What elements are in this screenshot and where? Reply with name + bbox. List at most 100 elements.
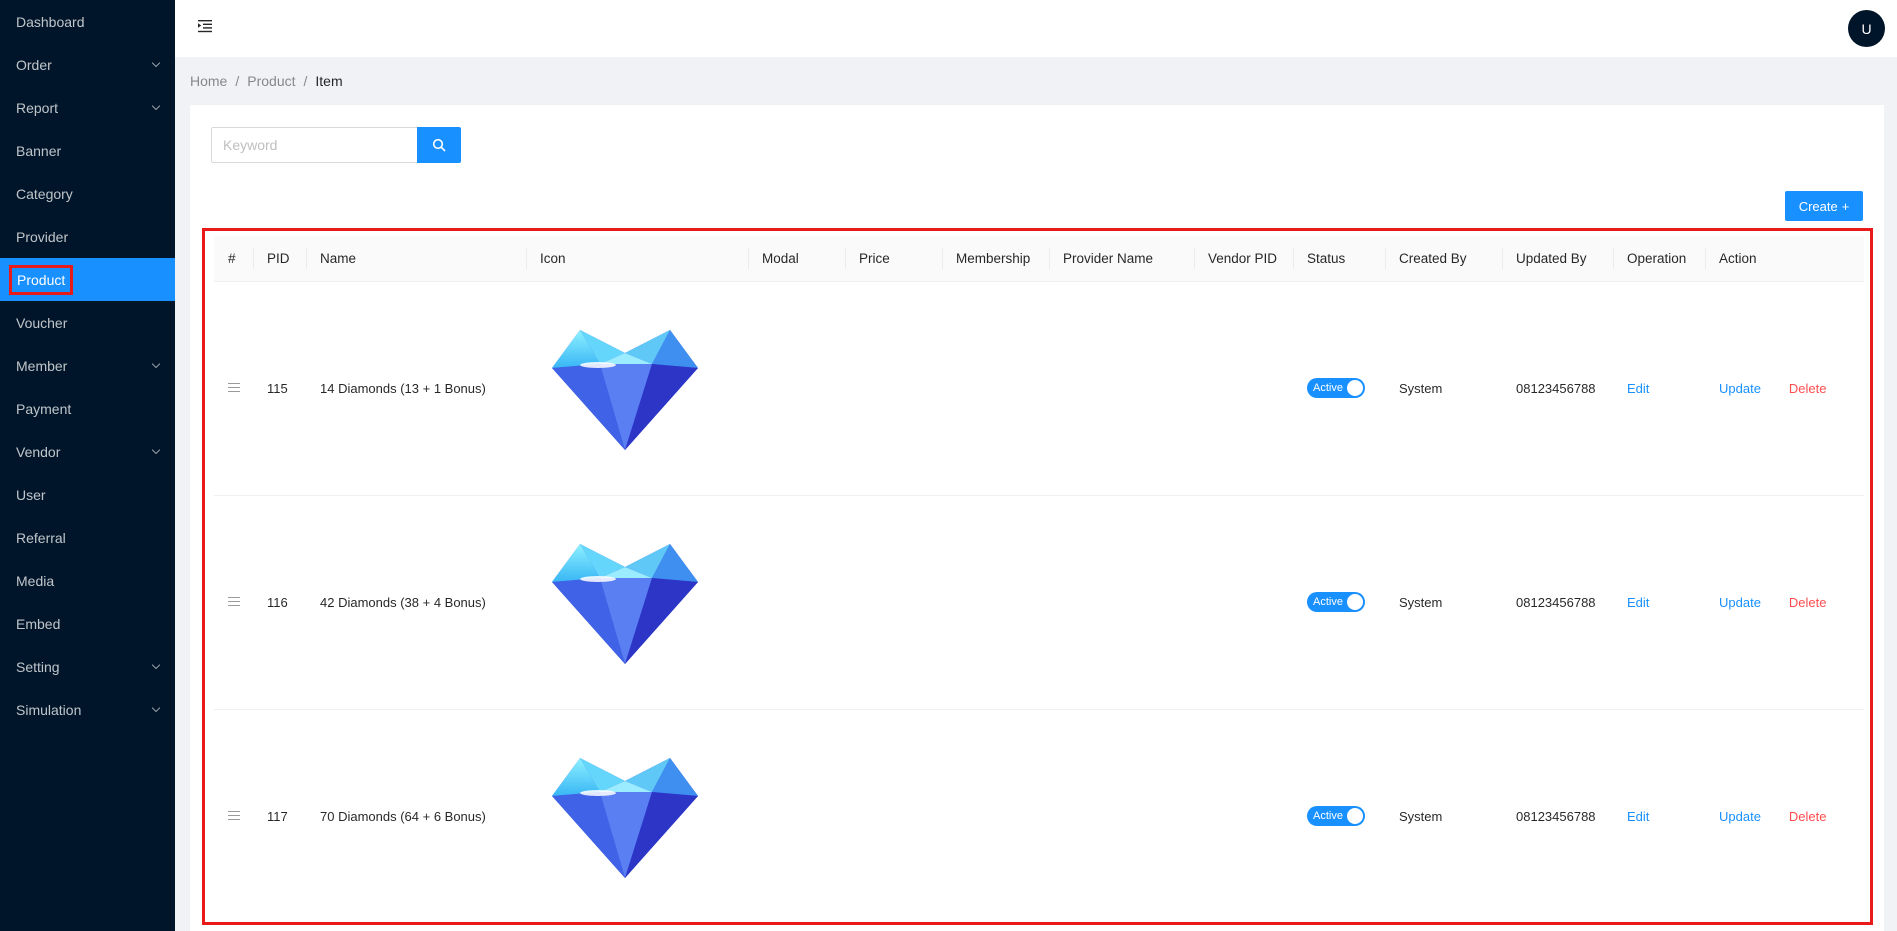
diamond-image	[552, 330, 698, 450]
sidebar-item-report[interactable]: Report	[0, 86, 175, 129]
sidebar-item-payment[interactable]: Payment	[0, 387, 175, 430]
sidebar-item-label: User	[16, 486, 46, 503]
sidebar-item-order[interactable]: Order	[0, 43, 175, 86]
search-icon	[432, 138, 446, 152]
created-by-cell: System	[1385, 495, 1502, 710]
sidebar-item-referral[interactable]: Referral	[0, 516, 175, 559]
column-header: Operation	[1613, 236, 1705, 282]
vendor-pid-cell	[1194, 709, 1293, 923]
sidebar-item-media[interactable]: Media	[0, 559, 175, 602]
sidebar-item-label: Setting	[16, 658, 60, 675]
breadcrumb: Home / Product / Item	[190, 73, 343, 89]
sidebar-item-embed[interactable]: Embed	[0, 602, 175, 645]
search-bar	[211, 127, 461, 163]
updated-by-cell: 08123456788	[1516, 808, 1596, 824]
modal-cell	[748, 709, 845, 923]
sidebar-item-category[interactable]: Category	[0, 172, 175, 215]
column-header: Membership	[942, 236, 1049, 282]
sidebar-item-banner[interactable]: Banner	[0, 129, 175, 172]
chevron-down-icon	[151, 445, 161, 454]
menu-fold-icon[interactable]	[197, 18, 213, 34]
column-header: Action	[1705, 236, 1864, 282]
sidebar-item-label: Member	[16, 357, 68, 374]
column-header: PID	[253, 236, 306, 282]
sidebar-item-user[interactable]: User	[0, 473, 175, 516]
icon-cell	[526, 281, 748, 496]
created-by-cell: System	[1385, 281, 1502, 496]
chevron-down-icon	[151, 58, 161, 67]
icon-cell	[526, 495, 748, 710]
edit-link[interactable]: Edit	[1627, 809, 1649, 824]
search-button[interactable]	[417, 127, 461, 163]
sidebar-item-label: Simulation	[16, 701, 82, 718]
delete-link[interactable]: Delete	[1789, 809, 1827, 824]
icon-cell	[526, 709, 748, 923]
vendor-pid-cell	[1194, 495, 1293, 710]
toggle-knob	[1347, 808, 1363, 825]
create-button[interactable]: Create +	[1785, 191, 1863, 221]
created-by-cell: System	[1399, 808, 1443, 824]
operation-cell: Edit	[1613, 495, 1705, 710]
diamond-image	[552, 544, 698, 664]
operation-cell: Edit	[1613, 281, 1705, 496]
sidebar-item-simulation[interactable]: Simulation	[0, 688, 175, 731]
breadcrumb-product[interactable]: Product	[247, 73, 295, 89]
delete-link[interactable]: Delete	[1789, 595, 1827, 610]
diamond-image	[552, 758, 698, 879]
pid-cell: 117	[267, 808, 288, 824]
drag-cell[interactable]	[214, 495, 253, 710]
provider-name-cell	[1049, 281, 1194, 496]
sidebar-item-label: Payment	[16, 400, 72, 417]
sidebar-item-product[interactable]: Product	[0, 258, 175, 301]
sidebar-item-vendor[interactable]: Vendor	[0, 430, 175, 473]
edit-link[interactable]: Edit	[1627, 381, 1649, 396]
drag-cell[interactable]	[214, 281, 253, 496]
edit-link[interactable]: Edit	[1627, 595, 1649, 610]
breadcrumb-home[interactable]: Home	[190, 73, 227, 89]
update-link[interactable]: Update	[1719, 595, 1761, 610]
drag-handle-icon[interactable]	[228, 810, 240, 821]
column-header: Provider Name	[1049, 236, 1194, 282]
provider-name-cell	[1049, 709, 1194, 923]
sidebar-item-setting[interactable]: Setting	[0, 645, 175, 688]
status-cell: Active	[1293, 281, 1385, 496]
action-cell: Update Delete	[1705, 281, 1864, 496]
column-header: #	[214, 236, 253, 282]
chevron-down-icon	[151, 101, 161, 110]
sidebar-item-label: Referral	[16, 529, 66, 546]
action-cell: Update Delete	[1705, 709, 1864, 923]
sidebar-item-dashboard[interactable]: Dashboard	[0, 0, 175, 43]
top-header: U	[175, 0, 1897, 57]
sidebar-item-voucher[interactable]: Voucher	[0, 301, 175, 344]
status-toggle[interactable]: Active	[1307, 806, 1365, 827]
name-cell: 42 Diamonds (38 + 4 Bonus)	[306, 495, 526, 710]
sidebar-item-label: Voucher	[16, 314, 68, 331]
update-link[interactable]: Update	[1719, 809, 1761, 824]
sidebar-item-provider[interactable]: Provider	[0, 215, 175, 258]
sidebar-item-label: Vendor	[16, 443, 61, 460]
sidebar-item-label: Dashboard	[16, 13, 85, 30]
status-toggle[interactable]: Active	[1307, 378, 1365, 398]
delete-link[interactable]: Delete	[1789, 381, 1827, 396]
avatar[interactable]: U	[1848, 10, 1885, 47]
drag-handle-icon[interactable]	[228, 382, 240, 393]
modal-cell	[748, 495, 845, 710]
update-link[interactable]: Update	[1719, 381, 1761, 396]
drag-cell[interactable]	[214, 709, 253, 923]
sidebar-item-label: Category	[16, 185, 73, 202]
table-header-row: # PID Name Icon Modal Price Membership P…	[214, 236, 1864, 282]
product-table: # PID Name Icon Modal Price Membership P…	[214, 236, 1864, 923]
membership-cell	[942, 281, 1049, 496]
operation-cell: Edit	[1613, 709, 1705, 923]
status-toggle[interactable]: Active	[1307, 592, 1365, 612]
search-input[interactable]	[211, 127, 417, 163]
column-header: Modal	[748, 236, 845, 282]
sidebar: Dashboard Order Report Banner Category P…	[0, 0, 175, 931]
drag-handle-icon[interactable]	[228, 596, 240, 607]
breadcrumb-current: Item	[315, 73, 343, 89]
sidebar-item-label: Product	[8, 264, 74, 295]
sidebar-item-member[interactable]: Member	[0, 344, 175, 387]
toggle-knob	[1347, 380, 1363, 396]
name-cell: 70 Diamonds (64 + 6 Bonus)	[320, 808, 486, 824]
pid-cell: 115	[253, 281, 306, 496]
